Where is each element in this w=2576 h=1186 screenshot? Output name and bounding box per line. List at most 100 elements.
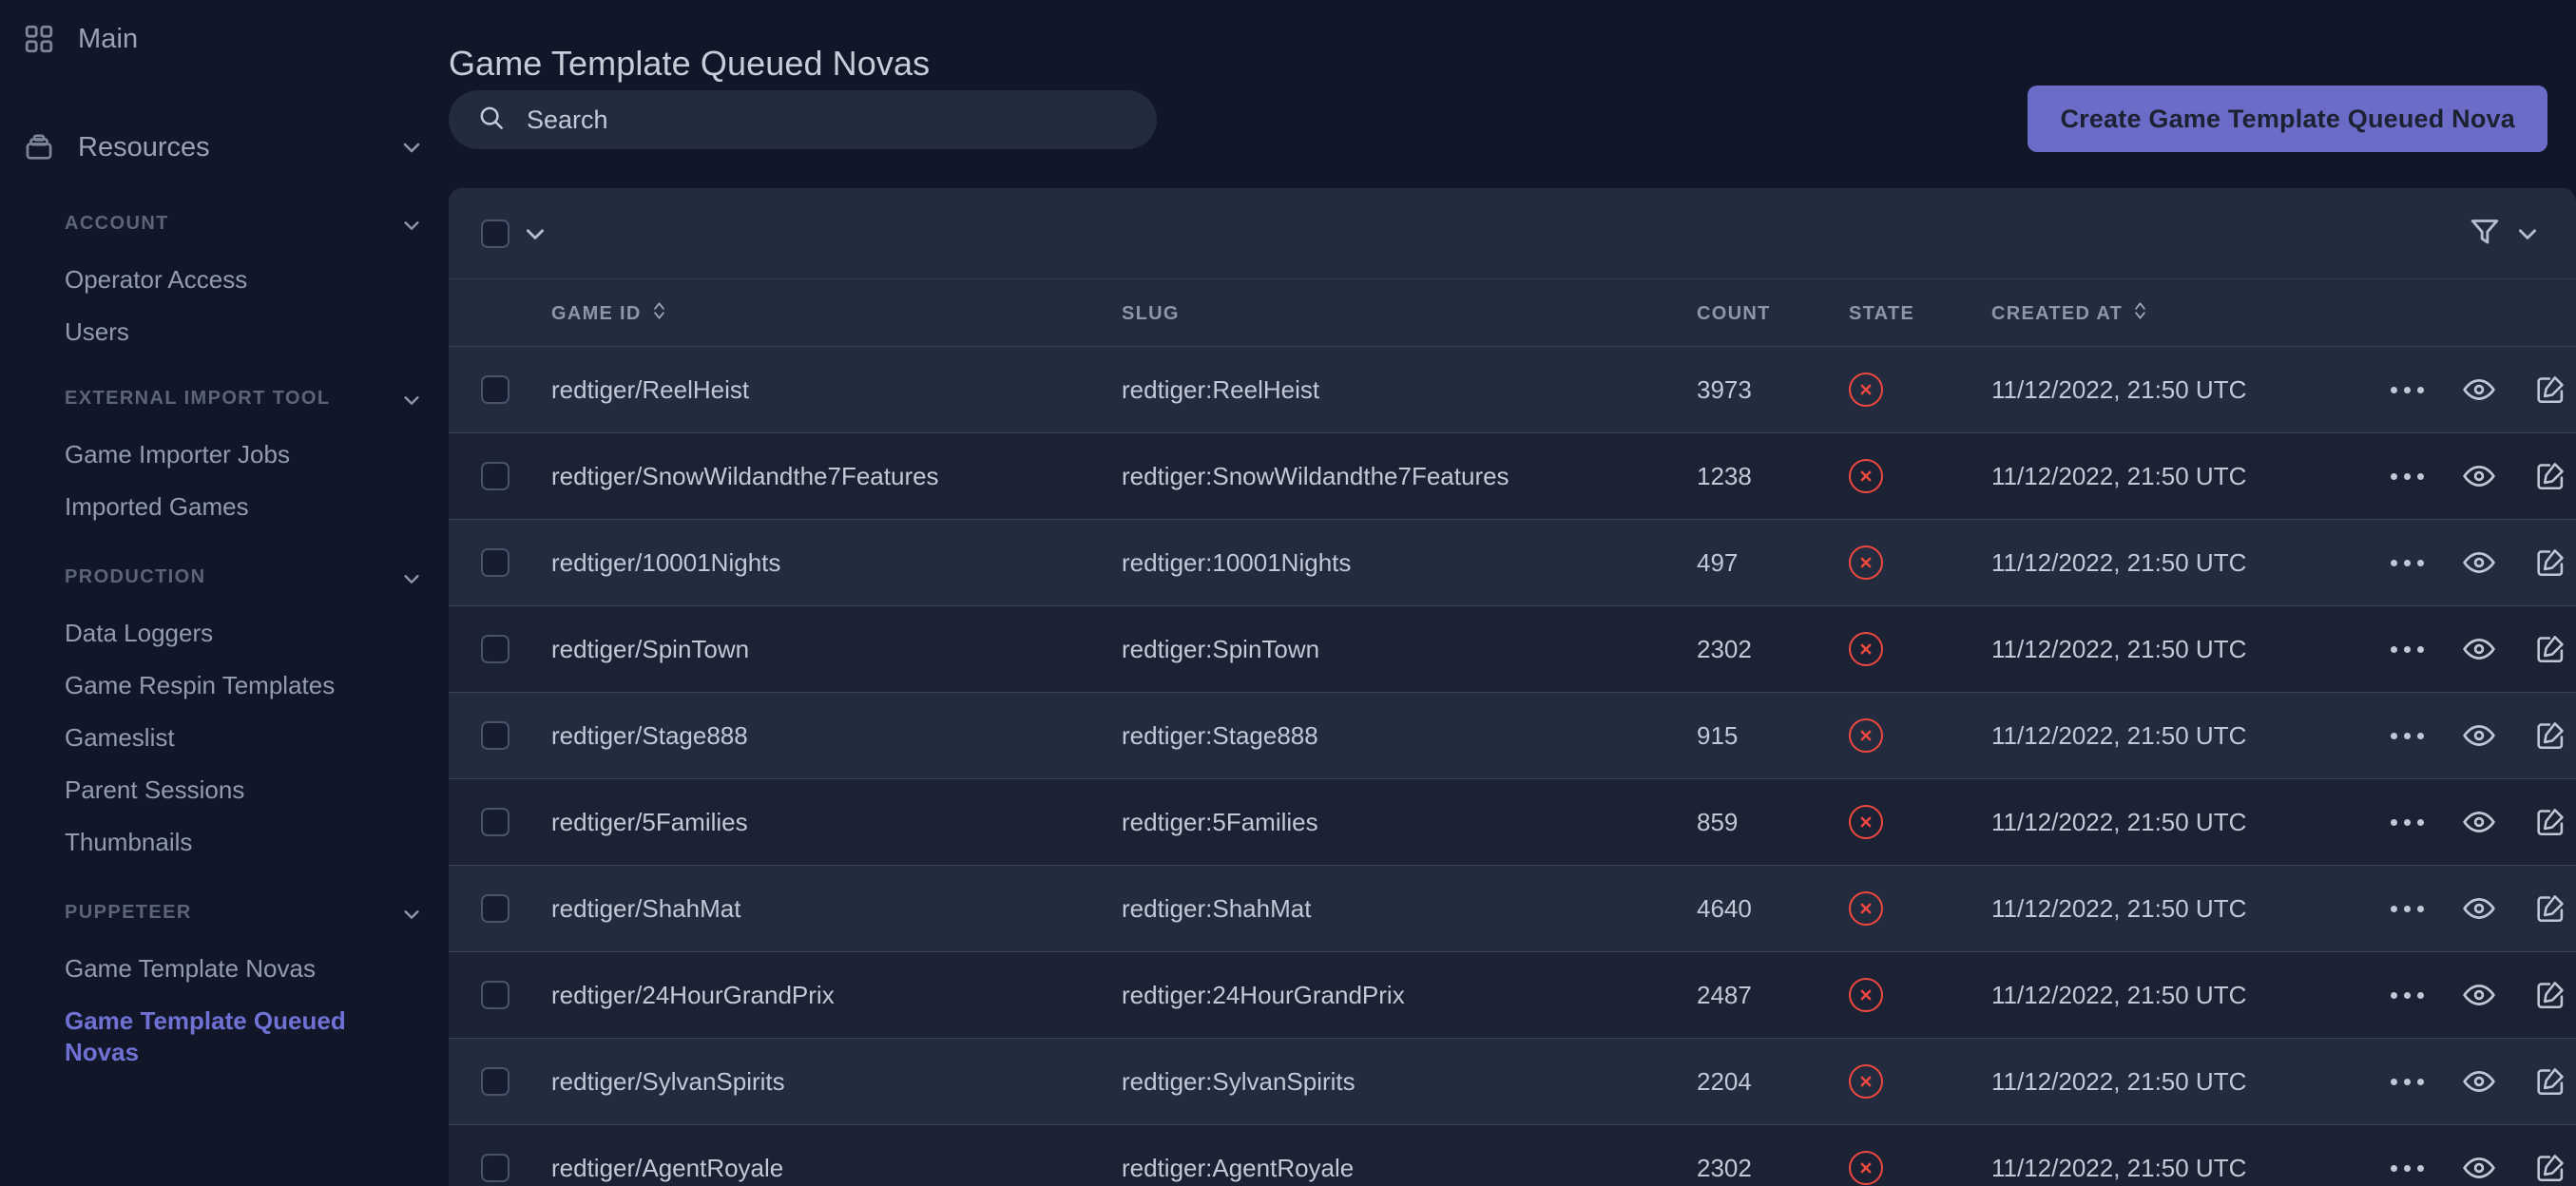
sort-icon[interactable]	[2132, 300, 2148, 327]
table-toolbar	[449, 188, 2576, 279]
sidebar-group-header[interactable]: PUPPETEER	[0, 900, 449, 932]
table-row[interactable]: redtiger/SpinTown redtiger:SpinTown 2302…	[449, 605, 2576, 693]
row-checkbox[interactable]	[481, 375, 509, 404]
sidebar-item-thumbnails[interactable]: Thumbnails	[0, 827, 449, 858]
row-checkbox[interactable]	[481, 635, 509, 663]
view-icon[interactable]	[2462, 804, 2496, 840]
row-checkbox-cell[interactable]	[449, 432, 551, 520]
sidebar-item-users[interactable]: Users	[0, 316, 449, 348]
more-icon[interactable]	[2391, 717, 2424, 754]
table-row[interactable]: redtiger/10001Nights redtiger:10001Night…	[449, 519, 2576, 606]
more-icon[interactable]	[2391, 1150, 2424, 1186]
sidebar-group-header[interactable]: ACCOUNT	[0, 211, 449, 243]
column-header-count[interactable]: COUNT	[1697, 279, 1849, 347]
edit-icon[interactable]	[2534, 890, 2566, 927]
sidebar-item-parent-sessions[interactable]: Parent Sessions	[0, 775, 449, 806]
row-checkbox-cell[interactable]	[449, 605, 551, 693]
column-header-game-id[interactable]: GAME ID	[551, 279, 1122, 347]
row-checkbox[interactable]	[481, 1154, 509, 1182]
table-row[interactable]: redtiger/ShahMat redtiger:ShahMat 4640 1…	[449, 865, 2576, 952]
chevron-down-icon[interactable]	[523, 221, 548, 246]
view-icon[interactable]	[2462, 372, 2496, 408]
view-icon[interactable]	[2462, 458, 2496, 494]
row-checkbox-cell[interactable]	[449, 778, 551, 866]
more-icon[interactable]	[2391, 977, 2424, 1013]
table-row[interactable]: redtiger/SylvanSpirits redtiger:SylvanSp…	[449, 1038, 2576, 1125]
sidebar-item-game-template-novas[interactable]: Game Template Novas	[0, 953, 449, 985]
more-icon[interactable]	[2391, 631, 2424, 667]
sort-icon[interactable]	[651, 300, 667, 327]
filter-control[interactable]	[2468, 214, 2540, 253]
column-header-created-at[interactable]: CREATED AT	[1991, 279, 2391, 347]
edit-icon[interactable]	[2534, 804, 2566, 840]
bulk-select-control[interactable]	[481, 219, 548, 248]
table-row[interactable]: redtiger/Stage888 redtiger:Stage888 915 …	[449, 692, 2576, 779]
row-checkbox[interactable]	[481, 894, 509, 923]
row-checkbox[interactable]	[481, 462, 509, 490]
edit-icon[interactable]	[2534, 717, 2566, 754]
edit-icon[interactable]	[2534, 1063, 2566, 1100]
column-header-state[interactable]: STATE	[1849, 279, 1991, 347]
sidebar-item-game-template-queued-novas[interactable]: Game Template Queued Novas	[0, 1005, 449, 1068]
table-row[interactable]: redtiger/AgentRoyale redtiger:AgentRoyal…	[449, 1124, 2576, 1186]
row-checkbox-cell[interactable]	[449, 692, 551, 779]
row-checkbox[interactable]	[481, 808, 509, 836]
more-icon[interactable]	[2391, 1063, 2424, 1100]
chevron-down-icon[interactable]	[399, 902, 424, 927]
create-game-template-queued-nova-button[interactable]: Create Game Template Queued Nova	[2028, 86, 2547, 152]
row-checkbox-cell[interactable]	[449, 865, 551, 952]
row-checkbox[interactable]	[481, 548, 509, 577]
edit-icon[interactable]	[2534, 1150, 2566, 1186]
row-checkbox-cell[interactable]	[449, 1038, 551, 1125]
status-badge	[1849, 373, 1883, 407]
chevron-down-icon[interactable]	[399, 135, 424, 160]
sidebar-item-game-importer-jobs[interactable]: Game Importer Jobs	[0, 439, 449, 470]
chevron-down-icon[interactable]	[399, 388, 424, 412]
table-row[interactable]: redtiger/5Families redtiger:5Families 85…	[449, 778, 2576, 866]
select-all-checkbox[interactable]	[481, 219, 509, 248]
column-header-slug[interactable]: SLUG	[1122, 279, 1697, 347]
sidebar-item-main[interactable]: Main	[0, 10, 449, 68]
sidebar-item-data-loggers[interactable]: Data Loggers	[0, 618, 449, 649]
row-checkbox-cell[interactable]	[449, 346, 551, 433]
table-row[interactable]: redtiger/ReelHeist redtiger:ReelHeist 39…	[449, 346, 2576, 433]
row-checkbox-cell[interactable]	[449, 1124, 551, 1186]
more-icon[interactable]	[2391, 372, 2424, 408]
row-checkbox[interactable]	[481, 981, 509, 1009]
view-icon[interactable]	[2462, 977, 2496, 1013]
edit-icon[interactable]	[2534, 372, 2566, 408]
view-icon[interactable]	[2462, 1063, 2496, 1100]
sidebar-group-header[interactable]: PRODUCTION	[0, 564, 449, 597]
chevron-down-icon[interactable]	[2515, 221, 2540, 246]
more-icon[interactable]	[2391, 890, 2424, 927]
edit-icon[interactable]	[2534, 977, 2566, 1013]
more-icon[interactable]	[2391, 804, 2424, 840]
edit-icon[interactable]	[2534, 631, 2566, 667]
more-icon[interactable]	[2391, 545, 2424, 581]
table-row[interactable]: redtiger/24HourGrandPrix redtiger:24Hour…	[449, 951, 2576, 1039]
row-checkbox-cell[interactable]	[449, 519, 551, 606]
row-checkbox-cell[interactable]	[449, 951, 551, 1039]
view-icon[interactable]	[2462, 1150, 2496, 1186]
chevron-down-icon[interactable]	[399, 566, 424, 591]
search-input[interactable]: Search	[449, 90, 1157, 149]
sidebar-group-header[interactable]: EXTERNAL IMPORT TOOL	[0, 386, 449, 418]
sidebar-item-gameslist[interactable]: Gameslist	[0, 722, 449, 754]
chevron-down-icon[interactable]	[399, 213, 424, 238]
more-icon[interactable]	[2391, 458, 2424, 494]
table-row[interactable]: redtiger/SnowWildandthe7Features redtige…	[449, 432, 2576, 520]
sidebar-item-resources[interactable]: Resources	[0, 114, 449, 181]
filter-icon[interactable]	[2468, 214, 2502, 253]
sidebar-item-operator-access[interactable]: Operator Access	[0, 264, 449, 296]
edit-icon[interactable]	[2534, 545, 2566, 581]
view-icon[interactable]	[2462, 717, 2496, 754]
row-checkbox[interactable]	[481, 721, 509, 750]
row-checkbox[interactable]	[481, 1067, 509, 1096]
view-icon[interactable]	[2462, 890, 2496, 927]
view-icon[interactable]	[2462, 545, 2496, 581]
sidebar-item-imported-games[interactable]: Imported Games	[0, 491, 449, 523]
edit-icon[interactable]	[2534, 458, 2566, 494]
view-icon[interactable]	[2462, 631, 2496, 667]
cell-created-at: 11/12/2022, 21:50 UTC	[1991, 865, 2391, 952]
sidebar-item-game-respin-templates[interactable]: Game Respin Templates	[0, 670, 449, 701]
